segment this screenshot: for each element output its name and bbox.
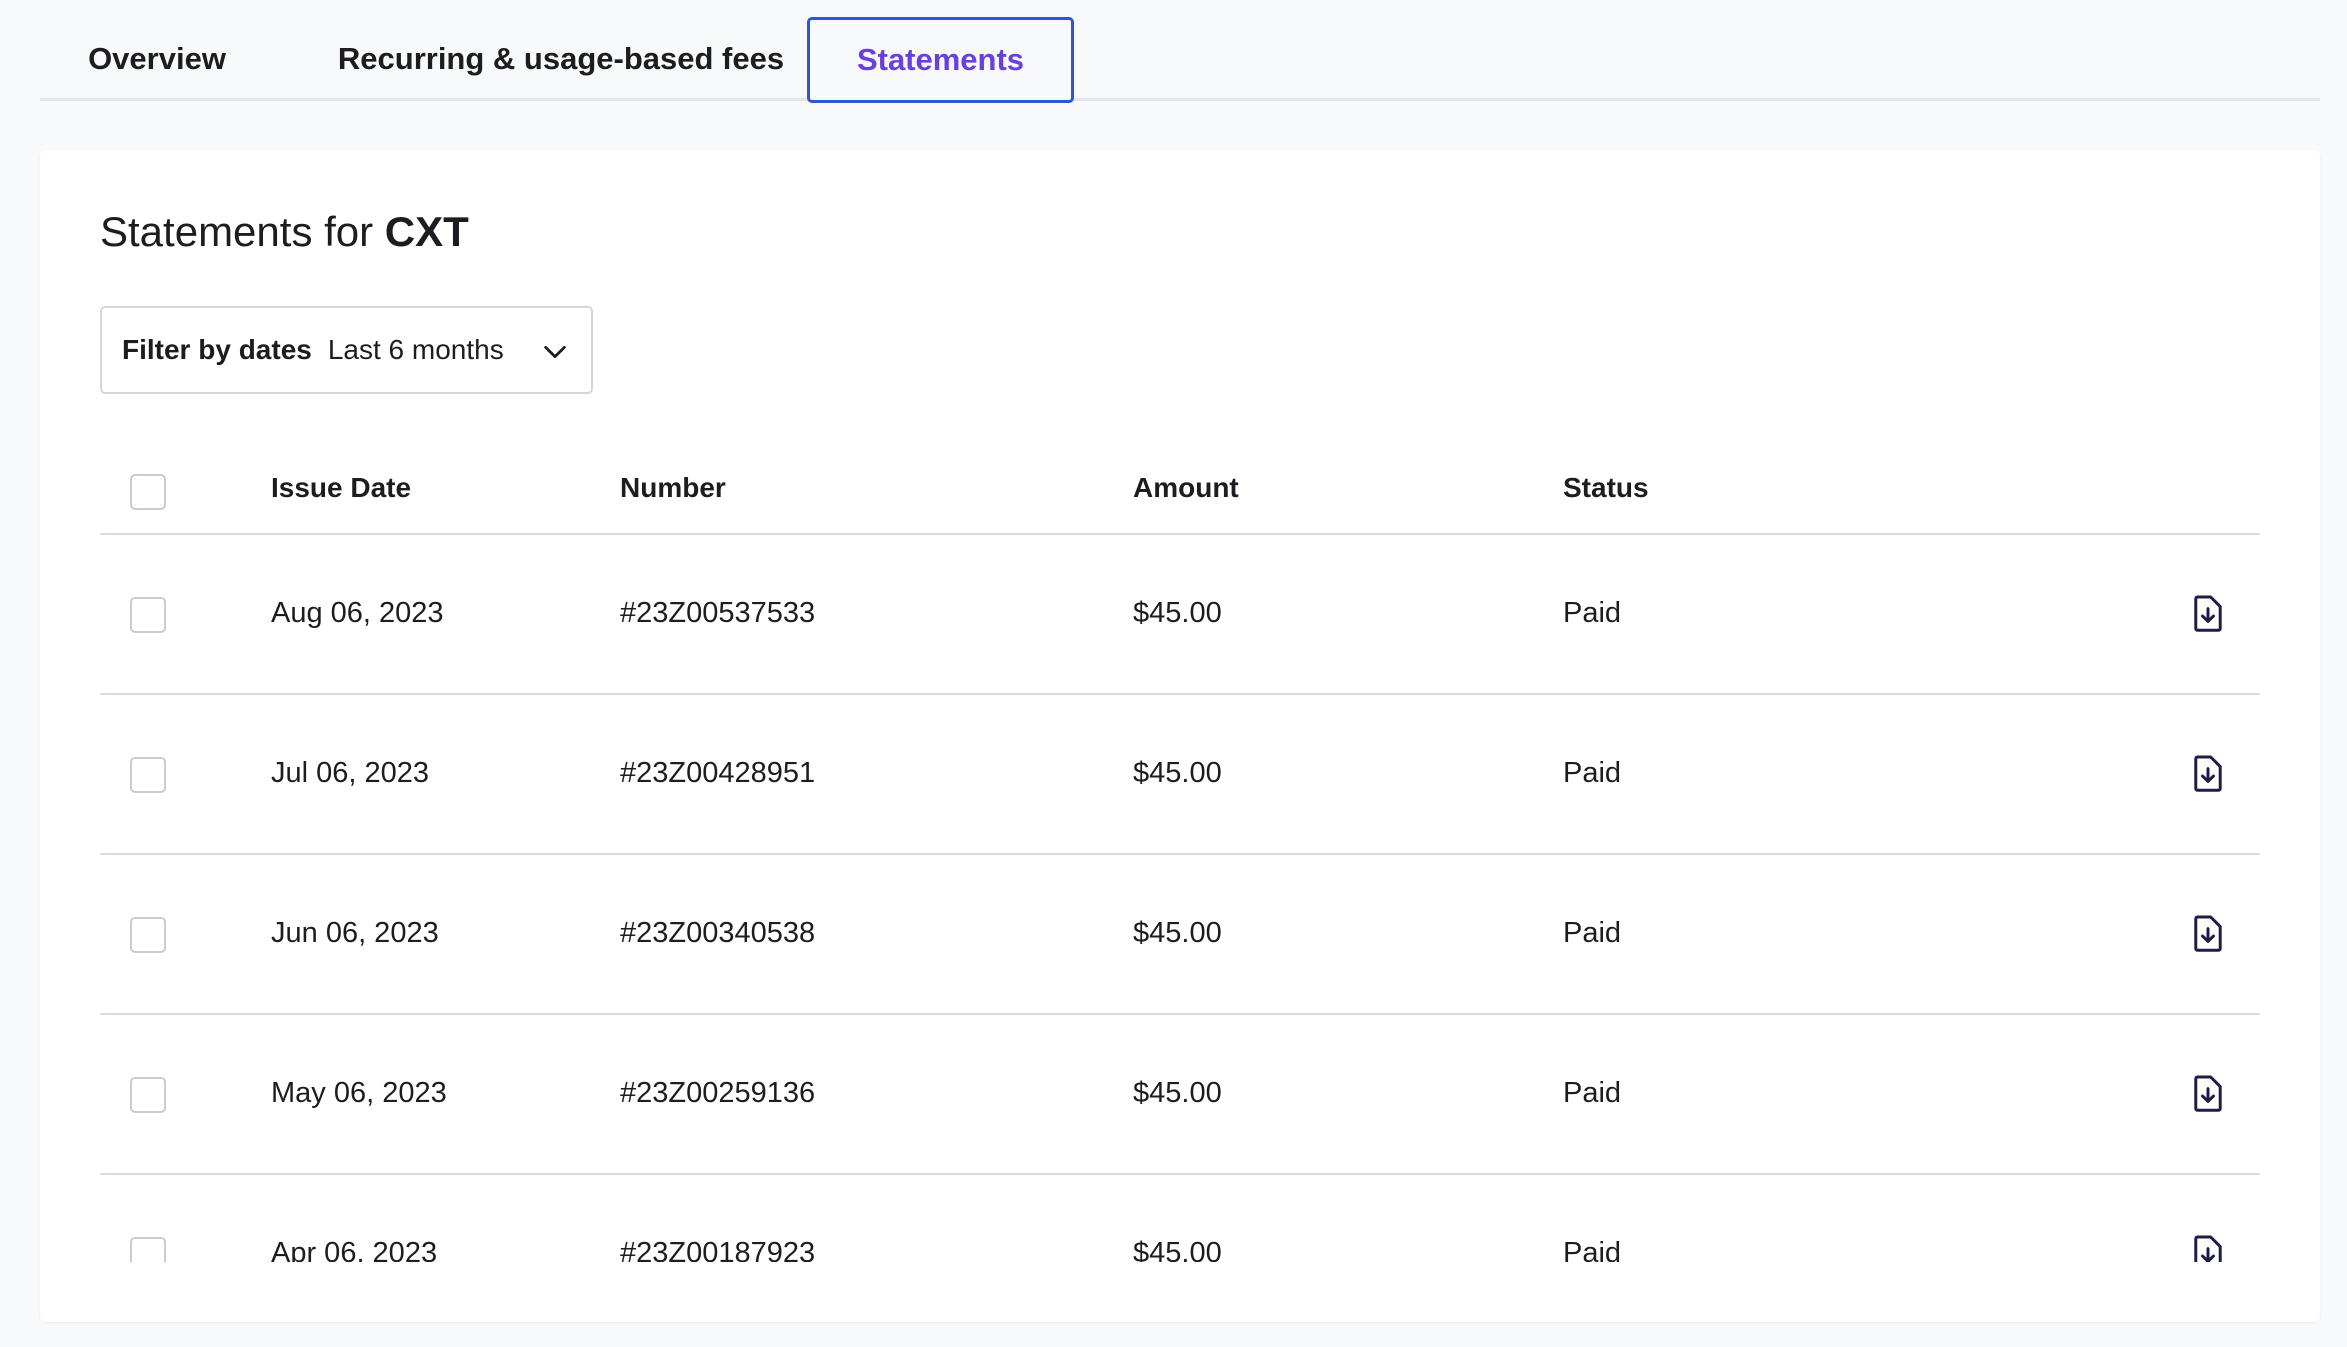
row-status: Paid [1563,1077,1622,1109]
row-checkbox[interactable] [130,1237,166,1262]
row-issue-date: May 06, 2023 [271,1077,447,1109]
row-amount: $45.00 [1133,757,1222,789]
table-row: Apr 06, 2023 #23Z00187923 $45.00 Paid [100,1175,2260,1262]
date-filter-dropdown[interactable]: Filter by dates Last 6 months [100,306,593,394]
row-issue-date: Jun 06, 2023 [271,917,439,949]
file-download-icon[interactable] [2191,915,2225,953]
date-filter-label: Filter by dates [122,334,312,365]
column-header-status[interactable]: Status [1563,472,1649,504]
row-issue-date: Jul 06, 2023 [271,757,430,789]
row-status: Paid [1563,1237,1622,1262]
file-download-icon[interactable] [2191,1075,2225,1113]
page-title-entity: CXT [384,208,469,255]
row-number: #23Z00187923 [620,1237,816,1262]
file-download-icon[interactable] [2191,595,2225,633]
select-all-checkbox[interactable] [130,474,166,510]
tab-overview[interactable]: Overview [40,17,274,101]
row-number: #23Z00259136 [620,1077,816,1109]
row-checkbox[interactable] [130,757,166,793]
chevron-down-icon [544,345,566,359]
tab-recurring-usage-fees[interactable]: Recurring & usage-based fees [274,17,848,101]
table-row: Aug 06, 2023 #23Z00537533 $45.00 Paid [100,535,2260,695]
statements-table-body: Issue Date Number Amount Status Aug 06, … [100,432,2260,1262]
row-number: #23Z00428951 [620,757,816,789]
page-title: Statements for CXT [100,208,469,256]
row-amount: $45.00 [1133,1077,1222,1109]
column-header-amount[interactable]: Amount [1133,472,1239,504]
file-download-icon[interactable] [2191,1235,2225,1262]
tab-statements[interactable]: Statements [807,17,1074,103]
table-row: Jun 06, 2023 #23Z00340538 $45.00 Paid [100,855,2260,1015]
column-header-number[interactable]: Number [620,472,726,504]
page-title-prefix: Statements for [100,208,374,255]
row-number: #23Z00537533 [620,597,816,629]
row-number: #23Z00340538 [620,917,816,949]
row-issue-date: Aug 06, 2023 [271,597,444,629]
table-row: Jul 06, 2023 #23Z00428951 $45.00 Paid [100,695,2260,855]
row-checkbox[interactable] [130,917,166,953]
column-header-issue-date[interactable]: Issue Date [271,472,411,504]
row-amount: $45.00 [1133,917,1222,949]
row-checkbox[interactable] [130,1077,166,1113]
row-checkbox[interactable] [130,597,166,633]
row-amount: $45.00 [1133,597,1222,629]
table-row: May 06, 2023 #23Z00259136 $45.00 Paid [100,1015,2260,1175]
row-amount: $45.00 [1133,1237,1222,1262]
row-status: Paid [1563,917,1622,949]
row-status: Paid [1563,597,1622,629]
file-download-icon[interactable] [2191,755,2225,793]
date-filter-value: Last 6 months [327,334,504,365]
row-issue-date: Apr 06, 2023 [271,1237,438,1262]
row-status: Paid [1563,757,1622,789]
tab-bar: Overview Recurring & usage-based fees St… [40,0,2320,103]
